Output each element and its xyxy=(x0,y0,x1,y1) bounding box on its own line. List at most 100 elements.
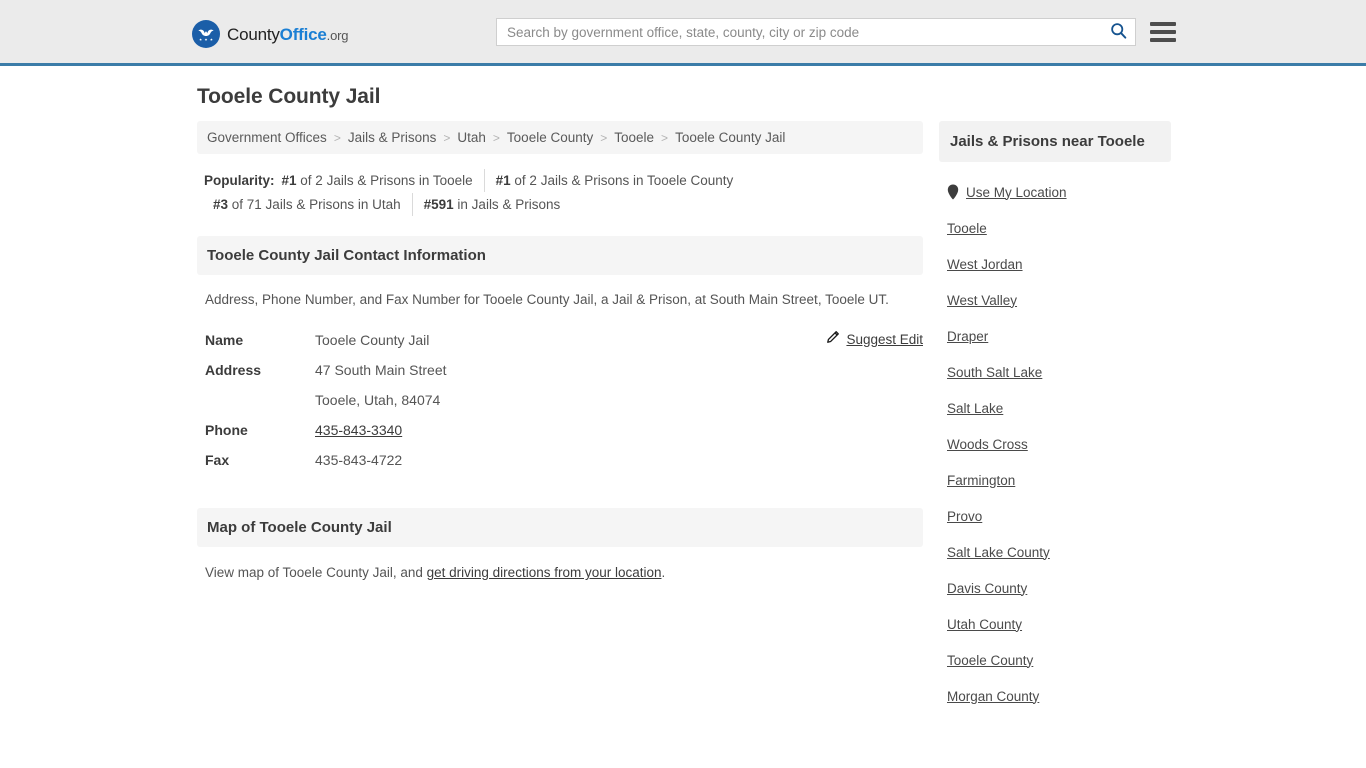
menu-bar-1 xyxy=(1150,22,1176,26)
nearby-link-farmington[interactable]: Farmington xyxy=(947,473,1015,488)
popularity-rank: #1 xyxy=(281,173,297,188)
nearby-link-woods-cross[interactable]: Woods Cross xyxy=(947,437,1028,452)
list-item[interactable]: South Salt Lake xyxy=(947,354,1163,390)
contact-key-phone: Phone xyxy=(205,422,248,438)
nearby-link-tooele-county[interactable]: Tooele County xyxy=(947,653,1033,668)
site-logo-text: CountyOffice.org xyxy=(227,26,348,43)
driving-directions-link[interactable]: get driving directions from your locatio… xyxy=(427,565,662,580)
contact-value-address-line2: Tooele, Utah, 84074 xyxy=(315,392,441,408)
nearby-link-tooele[interactable]: Tooele xyxy=(947,221,987,236)
hamburger-menu-icon[interactable] xyxy=(1150,19,1176,45)
breadcrumb-separator-icon: > xyxy=(333,130,341,145)
contact-row-fax: Fax 435-843-4722 xyxy=(205,445,915,475)
site-header: CountyOffice.org xyxy=(0,0,1366,66)
search-bar[interactable] xyxy=(496,18,1136,46)
popularity-item-tooele: #1 of 2 Jails & Prisons in Tooele xyxy=(282,169,484,192)
nearby-link-salt-lake-county[interactable]: Salt Lake County xyxy=(947,545,1050,560)
map-pin-icon xyxy=(947,184,959,200)
nearby-link-draper[interactable]: Draper xyxy=(947,329,988,344)
list-item[interactable]: Salt Lake xyxy=(947,390,1163,426)
map-section-description: View map of Tooele County Jail, and get … xyxy=(197,547,923,583)
nearby-link-morgan-county[interactable]: Morgan County xyxy=(947,689,1039,704)
list-item[interactable]: Davis County xyxy=(947,570,1163,606)
list-item-use-my-location[interactable]: Use My Location xyxy=(947,174,1163,210)
nearby-link-davis-county[interactable]: Davis County xyxy=(947,581,1027,596)
contact-row-phone: Phone 435-843-3340 xyxy=(205,415,915,445)
breadcrumb-separator-icon: > xyxy=(443,130,451,145)
nearby-link-provo[interactable]: Provo xyxy=(947,509,982,524)
logo-text-county: County xyxy=(227,24,280,44)
map-description-suffix: . xyxy=(661,565,666,580)
breadcrumb-item-tooele-county[interactable]: Tooele County xyxy=(507,130,593,145)
breadcrumb-separator-icon: > xyxy=(600,130,608,145)
breadcrumb: Government Offices > Jails & Prisons > U… xyxy=(197,121,923,154)
nearby-link-west-jordan[interactable]: West Jordan xyxy=(947,257,1023,272)
search-button[interactable] xyxy=(1101,19,1135,45)
menu-bar-3 xyxy=(1150,38,1176,42)
popularity-text: of 2 Jails & Prisons in Tooele County xyxy=(510,173,734,188)
suggest-edit-button[interactable]: Suggest Edit xyxy=(826,326,923,354)
breadcrumb-item-jails-prisons[interactable]: Jails & Prisons xyxy=(348,130,437,145)
popularity-item-overall: #591 in Jails & Prisons xyxy=(411,193,572,216)
nearby-list: Use My Location Tooele West Jordan West … xyxy=(939,174,1171,714)
contact-value-phone: 435-843-3340 xyxy=(315,415,402,445)
popularity-text: of 2 Jails & Prisons in Tooele xyxy=(296,173,473,188)
eagle-seal-icon xyxy=(192,20,220,48)
list-item[interactable]: Draper xyxy=(947,318,1163,354)
popularity-item-tooele-county: #1 of 2 Jails & Prisons in Tooele County xyxy=(483,169,745,192)
list-item[interactable]: Tooele xyxy=(947,210,1163,246)
breadcrumb-separator-icon: > xyxy=(492,130,500,145)
list-item[interactable]: West Jordan xyxy=(947,246,1163,282)
suggest-edit-label: Suggest Edit xyxy=(846,332,923,347)
edit-pencil-icon xyxy=(826,326,840,354)
list-item[interactable]: Morgan County xyxy=(947,678,1163,714)
contact-key-name: Name xyxy=(205,332,244,348)
logo-text-org: .org xyxy=(326,27,349,43)
nearby-sidebar: Jails & Prisons near Tooele Use My Locat… xyxy=(939,121,1171,714)
list-item[interactable]: Utah County xyxy=(947,606,1163,642)
nearby-link-salt-lake[interactable]: Salt Lake xyxy=(947,401,1003,416)
popularity-text: in Jails & Prisons xyxy=(453,197,561,212)
site-logo[interactable]: CountyOffice.org xyxy=(192,20,348,48)
main-content: Tooele County Jail Government Offices > … xyxy=(197,85,923,583)
contact-value-address-line1: 47 South Main Street xyxy=(315,362,447,378)
contact-table: Suggest Edit Name Tooele County Jail Add… xyxy=(197,325,923,475)
contact-section-description: Address, Phone Number, and Fax Number fo… xyxy=(205,292,889,307)
list-item[interactable]: Woods Cross xyxy=(947,426,1163,462)
map-section-heading: Map of Tooele County Jail xyxy=(197,508,923,547)
use-my-location-link[interactable]: Use My Location xyxy=(966,185,1067,200)
list-item[interactable]: Salt Lake County xyxy=(947,534,1163,570)
header-inner: CountyOffice.org xyxy=(0,0,1366,66)
breadcrumb-separator-icon: > xyxy=(661,130,669,145)
popularity-block: Popularity: #1 of 2 Jails & Prisons in To… xyxy=(197,169,923,216)
list-item[interactable]: Provo xyxy=(947,498,1163,534)
contact-key-address: Address xyxy=(205,362,262,378)
nearby-sidebar-heading: Jails & Prisons near Tooele xyxy=(939,121,1171,162)
contact-key-fax: Fax xyxy=(205,452,230,468)
search-input[interactable] xyxy=(497,19,1101,45)
contact-row-address-line2: Tooele, Utah, 84074 xyxy=(205,385,915,415)
breadcrumb-item-utah[interactable]: Utah xyxy=(457,130,486,145)
logo-text-office: Office xyxy=(279,24,327,44)
menu-bar-2 xyxy=(1150,30,1176,34)
list-item[interactable]: Tooele County xyxy=(947,642,1163,678)
nearby-link-utah-county[interactable]: Utah County xyxy=(947,617,1022,632)
contact-value-fax: 435-843-4722 xyxy=(315,452,403,468)
list-item[interactable]: West Valley xyxy=(947,282,1163,318)
search-icon xyxy=(1110,22,1127,42)
popularity-text: of 71 Jails & Prisons in Utah xyxy=(228,197,401,212)
nearby-link-south-salt-lake[interactable]: South Salt Lake xyxy=(947,365,1042,380)
breadcrumb-item-current: Tooele County Jail xyxy=(675,130,786,145)
contact-section-heading: Tooele County Jail Contact Information xyxy=(197,236,923,275)
breadcrumb-item-tooele[interactable]: Tooele xyxy=(614,130,654,145)
popularity-row-2: #3 of 71 Jails & Prisons in Utah #591 in … xyxy=(204,193,923,216)
popularity-item-utah: #3 of 71 Jails & Prisons in Utah xyxy=(213,193,412,216)
contact-row-address: Address 47 South Main Street xyxy=(205,355,915,385)
breadcrumb-item-government-offices[interactable]: Government Offices xyxy=(207,130,327,145)
phone-link[interactable]: 435-843-3340 xyxy=(315,422,402,438)
nearby-link-west-valley[interactable]: West Valley xyxy=(947,293,1017,308)
contact-value-name: Tooele County Jail xyxy=(315,332,430,348)
map-description-prefix: View map of Tooele County Jail, and xyxy=(205,565,427,580)
popularity-label: Popularity: xyxy=(204,173,275,188)
list-item[interactable]: Farmington xyxy=(947,462,1163,498)
